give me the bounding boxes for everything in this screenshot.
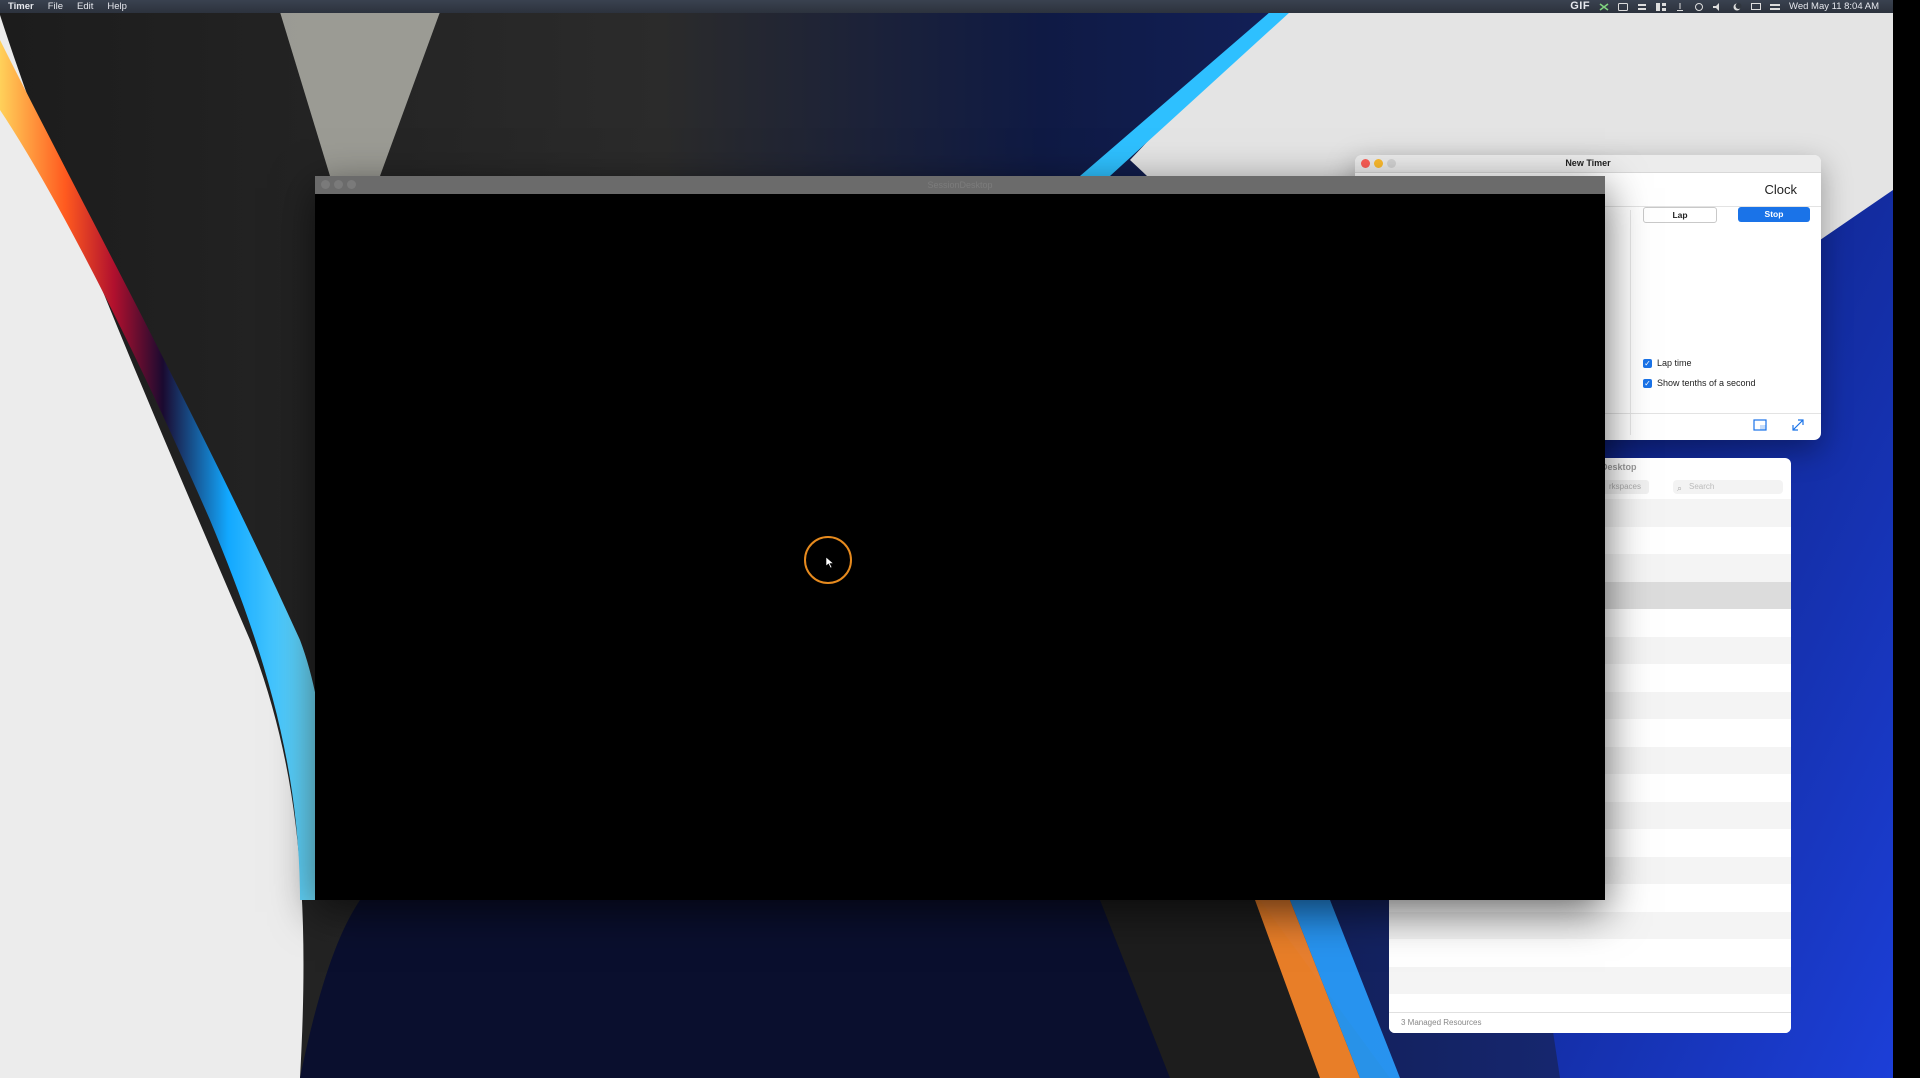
search-icon: ⌕ xyxy=(1677,483,1683,493)
dashboard-icon[interactable] xyxy=(1656,2,1667,11)
window-controls xyxy=(1361,159,1396,168)
session-close-button[interactable] xyxy=(321,180,330,189)
menu-help[interactable]: Help xyxy=(100,0,134,13)
list-item[interactable] xyxy=(1389,911,1791,939)
session-desktop-window[interactable]: SessionDesktop xyxy=(315,176,1605,900)
timer-window-title: New Timer xyxy=(1565,158,1611,168)
time-machine-icon[interactable] xyxy=(1694,2,1704,11)
timer-titlebar[interactable]: New Timer xyxy=(1355,155,1821,173)
control-center-icon[interactable] xyxy=(1770,3,1781,11)
lap-time-checkbox[interactable]: ✓ xyxy=(1643,358,1652,368)
gif-recorder-icon[interactable]: GIF xyxy=(1570,0,1590,13)
mouse-pointer-icon xyxy=(826,557,834,568)
screen-record-icon[interactable] xyxy=(1618,2,1629,11)
stop-button[interactable]: Stop xyxy=(1738,207,1810,222)
minimize-button[interactable] xyxy=(1374,159,1383,168)
list-item[interactable] xyxy=(1389,966,1791,994)
lap-time-option[interactable]: ✓ Lap time xyxy=(1643,358,1692,368)
grid-app-icon[interactable] xyxy=(1599,2,1609,11)
panel-divider xyxy=(1630,210,1631,435)
menu-file[interactable]: File xyxy=(41,0,70,13)
session-minimize-button[interactable] xyxy=(334,180,343,189)
menu-app-name[interactable]: Timer xyxy=(0,0,41,13)
list-item[interactable] xyxy=(1389,939,1791,967)
clock-tab[interactable]: Clock xyxy=(1764,182,1797,197)
menu-clock[interactable]: Wed May 11 8:04 AM xyxy=(1789,0,1879,13)
tenths-label: Show tenths of a second xyxy=(1657,378,1756,388)
zoom-button[interactable] xyxy=(1387,159,1396,168)
session-window-controls xyxy=(321,180,356,189)
status-area: GIF Wed May 11 8:04 AM xyxy=(1570,0,1893,13)
tenths-checkbox[interactable]: ✓ xyxy=(1643,378,1652,388)
control-strip-icon[interactable] xyxy=(1637,3,1647,11)
session-window-title: SessionDesktop xyxy=(927,180,993,190)
upload-icon[interactable] xyxy=(1675,2,1685,11)
tenths-option[interactable]: ✓ Show tenths of a second xyxy=(1643,378,1756,388)
dark-mode-icon[interactable] xyxy=(1732,2,1742,11)
cursor-highlight xyxy=(804,536,852,584)
menu-edit[interactable]: Edit xyxy=(70,0,100,13)
managed-resources-count: 3 Managed Resources xyxy=(1401,1018,1482,1027)
volume-icon[interactable] xyxy=(1713,2,1723,11)
menu-bar: Timer File Edit Help GIF Wed May 11 8:04… xyxy=(0,0,1893,13)
workspaces-tab[interactable]: rkspaces xyxy=(1601,480,1649,494)
session-zoom-button[interactable] xyxy=(347,180,356,189)
display-icon[interactable] xyxy=(1751,2,1762,11)
session-titlebar[interactable]: SessionDesktop xyxy=(315,176,1605,194)
status-bar: 3 Managed Resources xyxy=(1389,1012,1791,1033)
close-button[interactable] xyxy=(1361,159,1370,168)
screen-edge xyxy=(1893,0,1920,1078)
lap-button[interactable]: Lap xyxy=(1643,207,1717,223)
expand-icon[interactable] xyxy=(1790,417,1806,433)
lap-time-label: Lap time xyxy=(1657,358,1692,368)
picture-in-picture-icon[interactable] xyxy=(1752,417,1768,433)
search-field[interactable]: ⌕ Search xyxy=(1673,480,1783,494)
desktop-window-title: Desktop xyxy=(1601,462,1637,472)
search-placeholder: Search xyxy=(1689,482,1715,491)
